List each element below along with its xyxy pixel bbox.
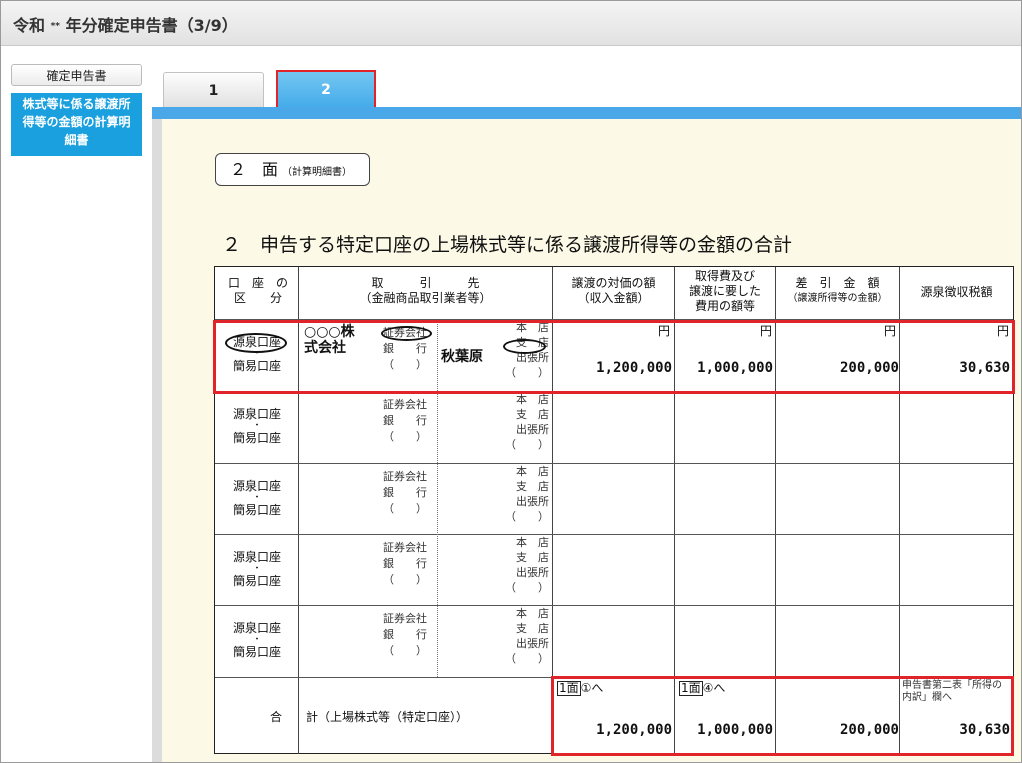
branch-type-cell: 本 店 支 店 出張所 （ ） <box>505 536 549 594</box>
tab-underline-bar <box>152 107 1021 119</box>
header-diff: 差 引 金 額 （譲渡所得等の金額） <box>787 276 888 304</box>
tab-page-2[interactable]: 2 <box>276 70 376 109</box>
header-withholding-tax: 源泉徴収税額 <box>920 285 993 299</box>
institution-type-cell: 証券会社 銀 行 （ ） <box>383 541 427 586</box>
page-heading: ２ 申告する特定口座の上場株式等に係る譲渡所得等の金額の合計 <box>222 234 793 256</box>
highlight-row1 <box>213 320 1015 394</box>
total-diff: 200,000 <box>839 722 899 738</box>
total-ref-tax: 申告書第二表「所得の内訳」欄へ <box>902 680 1002 703</box>
total-ref-revenue: 1面 ①へ <box>557 681 604 696</box>
header-counterparty: 取 引 先 （金融商品取引業者等） <box>359 276 492 305</box>
header-account-type: 口 座 の 区 分 <box>227 276 288 305</box>
total-cost: 1,000,000 <box>697 722 773 738</box>
panel-edge <box>152 119 162 762</box>
sidebar-item-kabushiki-meisaisho[interactable]: 株式等に係る譲渡所 得等の金額の計算明 細書 <box>11 93 142 156</box>
total-ref-cost: 1面 ④へ <box>679 681 726 696</box>
men-label-box: ２ 面（計算明細書） <box>215 153 370 186</box>
account-type-cell: 源泉口座 ・ 簡易口座 <box>232 479 281 517</box>
total-tax: 30,630 <box>959 722 1010 738</box>
total-revenue: 1,200,000 <box>596 722 672 738</box>
sidebar-item-kakutei-shinkokusho[interactable]: 確定申告書 <box>11 64 142 86</box>
header-revenue: 譲渡の対価の額 （収入金額） <box>571 276 656 305</box>
window-title: 令和 ** 年分確定申告書（3/9） <box>13 16 238 35</box>
branch-type-cell: 本 店 支 店 出張所 （ ） <box>505 607 549 665</box>
account-type-cell: 源泉口座 ・ 簡易口座 <box>232 621 281 659</box>
title-bar: 令和 ** 年分確定申告書（3/9） <box>1 1 1021 46</box>
total-label: 合 計（上場株式等（特定口座）） <box>270 710 469 724</box>
branch-type-cell: 本 店 支 店 出張所 （ ） <box>505 393 549 451</box>
institution-type-cell: 証券会社 銀 行 （ ） <box>383 470 427 515</box>
header-cost: 取得費及び 譲渡に要した 費用の額等 <box>688 269 761 313</box>
tab-page-1[interactable]: 1 <box>163 72 264 107</box>
account-type-cell: 源泉口座 ・ 簡易口座 <box>232 550 281 588</box>
institution-type-cell: 証券会社 銀 行 （ ） <box>383 398 427 443</box>
branch-type-cell: 本 店 支 店 出張所 （ ） <box>505 465 549 523</box>
account-type-cell: 源泉口座 ・ 簡易口座 <box>232 407 281 445</box>
institution-type-cell: 証券会社 銀 行 （ ） <box>383 612 427 657</box>
